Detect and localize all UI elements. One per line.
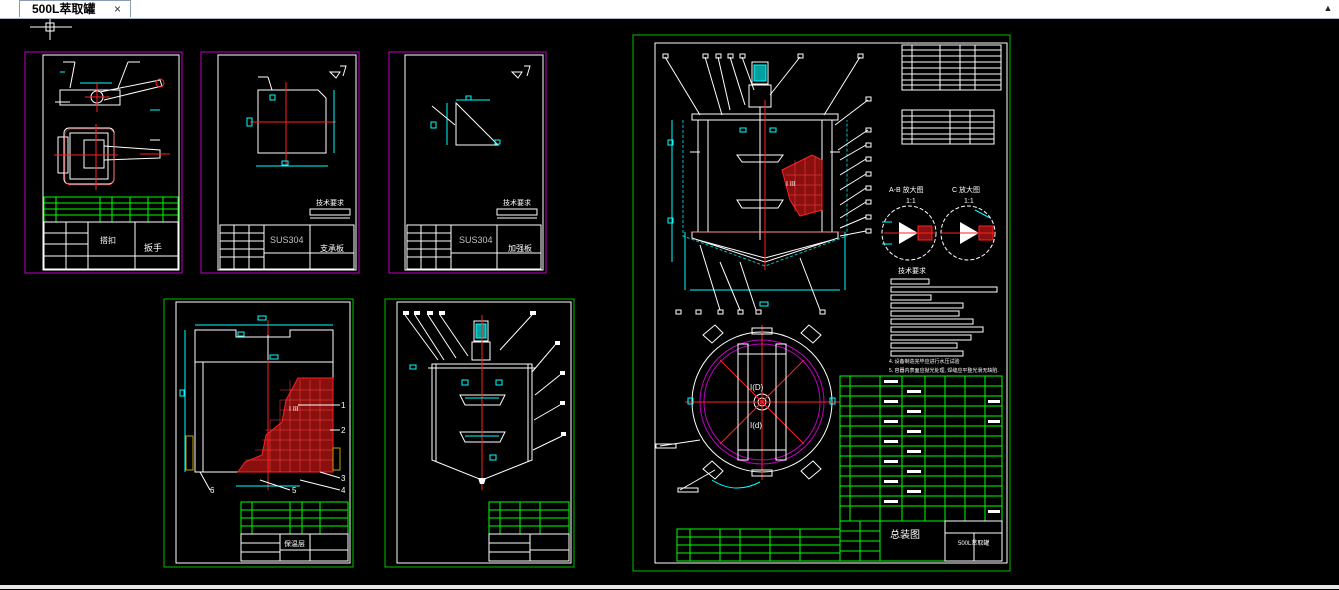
drawing-canvas[interactable]: 搭扣 扳手 技术要求 SUS304 支承板 技术要求 SUS304 加强板 1 … [0,18,1339,585]
drawing-sheet-5 [384,298,575,568]
sheet3-title-text: 加强板 [508,243,532,253]
document-tab-bar: 500L萃取罐 × ▲ [0,0,1339,19]
scroll-up-icon[interactable]: ▲ [1321,1,1335,15]
close-tab-icon[interactable]: × [114,1,121,17]
sheet2-material: SUS304 [270,235,304,245]
svg-text:4. 设备制造完毕应进行水压试验: 4. 设备制造完毕应进行水压试验 [889,358,960,365]
section-detail-a [881,205,937,261]
plan-view-label-2: I(d) [750,421,762,430]
sheet1-title-text: 搭扣 [100,235,116,245]
sheet4-callout-3: 3 [341,474,346,483]
sheet2-tech-req: 技术要求 [316,198,344,207]
drawing-sheet-3: 技术要求 SUS304 加强板 [388,51,547,274]
sheet3-material: SUS304 [459,235,493,245]
section-detail-b [940,205,996,261]
sheet4-callout-5: 5 [292,486,297,495]
section-b-label: C 放大图 [952,185,980,194]
sheet4-title-text: 保温层 [284,539,305,548]
sheet4-callout-4: 4 [341,486,346,495]
scale-b-label: 1:1 [964,198,974,205]
sheet1-part-name: 扳手 [144,242,162,253]
sheet3-tech-req: 技术要求 [503,198,531,207]
drawing-sheet-1: 搭扣 扳手 [24,51,183,274]
plan-view: I(D) I(d) [655,324,840,493]
drawing-sheet-6: I III A-B 放大图 C 放大图 1:1 1:1 技术要求 4. 设备制造… [632,34,1011,572]
cad-model-space: 搭扣 扳手 技术要求 SUS304 支承板 技术要求 SUS304 加强板 1 … [24,18,1011,572]
crosshair-cursor-icon [30,18,72,40]
sheet4-callout-2: 2 [341,426,346,435]
section-a-label: A-B 放大图 [889,185,924,194]
assembly-title: 总装图 [890,528,920,541]
tech-req-heading: 技术要求 [898,266,926,275]
sheet4-callout-1: 1 [341,401,346,410]
svg-text:I III: I III [289,406,299,413]
sheet2-title-text: 支承板 [320,243,344,253]
document-tab-label: 500L萃取罐 [32,2,96,16]
svg-text:5. 容器内表面应抛光处理, 焊缝应平整光滑无缺陷.: 5. 容器内表面应抛光处理, 焊缝应平整光滑无缺陷. [889,367,999,374]
status-bar [0,585,1339,589]
svg-text:I III: I III [786,181,796,188]
sheet4-callout-6: 6 [210,486,215,495]
document-tab[interactable]: 500L萃取罐 × [19,0,131,17]
assembly-drawing-no: 500L萃取罐 [958,539,989,547]
drawing-sheet-2: 技术要求 SUS304 支承板 [200,51,360,274]
scale-a-label: 1:1 [906,198,916,205]
plan-view-label-1: I(D) [750,383,764,392]
drawing-sheet-4: 1 2 3 4 5 6 I III 保温层 [163,298,354,568]
